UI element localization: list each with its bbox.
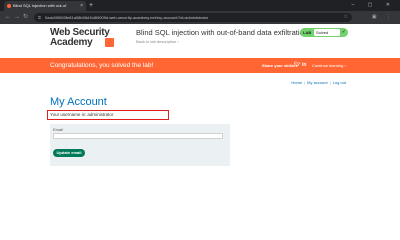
lab-status-badge: LAB Solved ✓: [300, 28, 348, 37]
back-to-description-link[interactable]: Back to lab description ›: [136, 39, 179, 44]
username-text: Your username is: administrator: [50, 112, 114, 117]
back-link-label: Back to lab description: [136, 39, 177, 44]
academy-logo[interactable]: Web Security Academy: [50, 27, 130, 55]
username-highlight: Your username is: administrator: [47, 110, 169, 120]
star-icon[interactable]: ☆: [344, 13, 348, 22]
email-field[interactable]: [53, 133, 223, 139]
nav-separator: |: [304, 80, 306, 85]
window-controls[interactable]: – ▢ ✕: [352, 0, 396, 11]
my-account-link[interactable]: My account: [307, 80, 327, 85]
nav-separator: |: [329, 80, 331, 85]
favicon-icon: [7, 4, 11, 8]
linkedin-icon[interactable]: in: [302, 58, 306, 73]
banner-message: Congratulations, you solved the lab!: [50, 62, 154, 69]
continue-learning-link[interactable]: Continue learning ›: [312, 58, 346, 73]
lab-badge-label: LAB: [303, 30, 312, 35]
browser-toolbar: ← → ↻ ⚿ 0adc00f603fe81a08b06d1b8f4009d.w…: [0, 11, 400, 24]
toolbar-extension-icons[interactable]: ▣ ⋮: [372, 11, 395, 24]
reload-icon[interactable]: ↻: [23, 11, 28, 24]
home-link[interactable]: Home: [291, 80, 302, 85]
log-out-link[interactable]: Log out: [333, 80, 346, 85]
new-tab-button[interactable]: +: [89, 0, 93, 11]
browser-tabstrip: Blind SQL injection with out-of × + – ▢ …: [0, 0, 400, 11]
lab-title: Blind SQL injection with out-of-band dat…: [136, 28, 308, 37]
update-email-form: Email Update email: [50, 124, 230, 166]
continue-learning-label: Continue learning: [312, 63, 344, 68]
address-bar[interactable]: ⚿ 0adc00f603fe81a08b06d1b8f4009d.web-sec…: [34, 13, 352, 22]
logo-text-line2: Academy: [50, 37, 93, 48]
site-header: Web Security Academy Blind SQL injection…: [0, 24, 400, 58]
twitter-icon[interactable]: 🐦︎: [294, 58, 300, 73]
chevron-right-icon: ›: [177, 39, 179, 44]
tab-title: Blind SQL injection with out-of: [13, 3, 67, 8]
back-arrow-icon[interactable]: ←: [5, 11, 11, 24]
forward-arrow-icon[interactable]: →: [14, 11, 20, 24]
url-text: 0adc00f603fe81a08b06d1b8f4009d.web-secur…: [45, 15, 209, 20]
solved-banner: Congratulations, you solved the lab! Sha…: [0, 58, 400, 73]
share-label: Share your skills!: [262, 63, 296, 68]
lab-status-value: Solved: [314, 29, 340, 36]
page-title: My Account: [50, 96, 107, 108]
browser-tab[interactable]: Blind SQL injection with out-of ×: [4, 1, 86, 11]
email-label: Email: [53, 127, 64, 132]
update-email-button[interactable]: Update email: [53, 149, 85, 157]
check-icon: ✓: [341, 29, 346, 35]
tab-close-icon[interactable]: ×: [80, 1, 83, 11]
lock-icon[interactable]: ⚿: [38, 13, 41, 22]
logo-mark-icon: [105, 38, 114, 47]
chevron-right-icon: ›: [344, 63, 346, 68]
account-nav: Home | My account | Log out: [291, 80, 346, 85]
